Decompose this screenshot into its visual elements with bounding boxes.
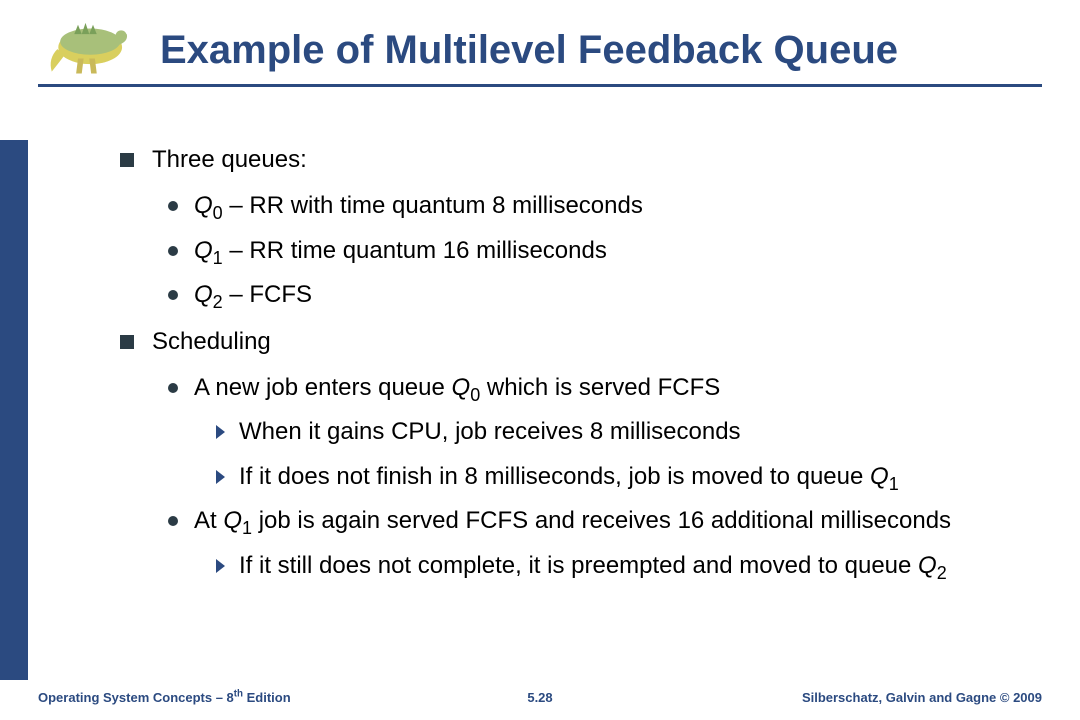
dot-bullet-icon bbox=[168, 516, 178, 526]
bullet-new-job: A new job enters queue Q0 which is serve… bbox=[168, 372, 1020, 404]
slide-title: Example of Multilevel Feedback Queue bbox=[160, 28, 1040, 73]
left-sidebar-stripe bbox=[0, 140, 28, 680]
bullet-q0: Q0 – RR with time quantum 8 milliseconds bbox=[168, 190, 1020, 222]
dot-bullet-icon bbox=[168, 201, 178, 211]
dinosaur-logo bbox=[38, 6, 133, 81]
bullet-q1: Q1 – RR time quantum 16 milliseconds bbox=[168, 235, 1020, 267]
footer-right: Silberschatz, Galvin and Gagne © 2009 bbox=[802, 690, 1042, 705]
bullet-still-not: If it still does not complete, it is pre… bbox=[216, 550, 1020, 582]
slide: Example of Multilevel Feedback Queue Thr… bbox=[0, 0, 1080, 720]
triangle-bullet-icon bbox=[216, 425, 225, 439]
bullet-text: Q1 – RR time quantum 16 milliseconds bbox=[194, 235, 1020, 267]
bullet-at-q1: At Q1 job is again served FCFS and recei… bbox=[168, 505, 1020, 537]
dot-bullet-icon bbox=[168, 383, 178, 393]
bullet-not-finish-8: If it does not finish in 8 milliseconds,… bbox=[216, 461, 1020, 493]
bullet-text: At Q1 job is again served FCFS and recei… bbox=[194, 505, 1020, 537]
dot-bullet-icon bbox=[168, 290, 178, 300]
bullet-text: A new job enters queue Q0 which is serve… bbox=[194, 372, 1020, 404]
bullet-q2: Q2 – FCFS bbox=[168, 279, 1020, 311]
bullet-scheduling: Scheduling bbox=[120, 326, 1020, 358]
triangle-bullet-icon bbox=[216, 470, 225, 484]
bullet-three-queues: Three queues: bbox=[120, 144, 1020, 176]
title-underline bbox=[38, 84, 1042, 87]
slide-content: Three queues: Q0 – RR with time quantum … bbox=[120, 130, 1020, 594]
bullet-text: Three queues: bbox=[152, 144, 1020, 176]
square-bullet-icon bbox=[120, 153, 134, 167]
dot-bullet-icon bbox=[168, 246, 178, 256]
square-bullet-icon bbox=[120, 335, 134, 349]
bullet-text: If it still does not complete, it is pre… bbox=[239, 550, 1020, 582]
bullet-text: Q0 – RR with time quantum 8 milliseconds bbox=[194, 190, 1020, 222]
triangle-bullet-icon bbox=[216, 559, 225, 573]
bullet-gains-cpu: When it gains CPU, job receives 8 millis… bbox=[216, 416, 1020, 448]
bullet-text: Scheduling bbox=[152, 326, 1020, 358]
footer: Operating System Concepts – 8th Edition … bbox=[0, 690, 1080, 710]
bullet-text: If it does not finish in 8 milliseconds,… bbox=[239, 461, 1020, 493]
bullet-text: Q2 – FCFS bbox=[194, 279, 1020, 311]
bullet-text: When it gains CPU, job receives 8 millis… bbox=[239, 416, 1020, 448]
